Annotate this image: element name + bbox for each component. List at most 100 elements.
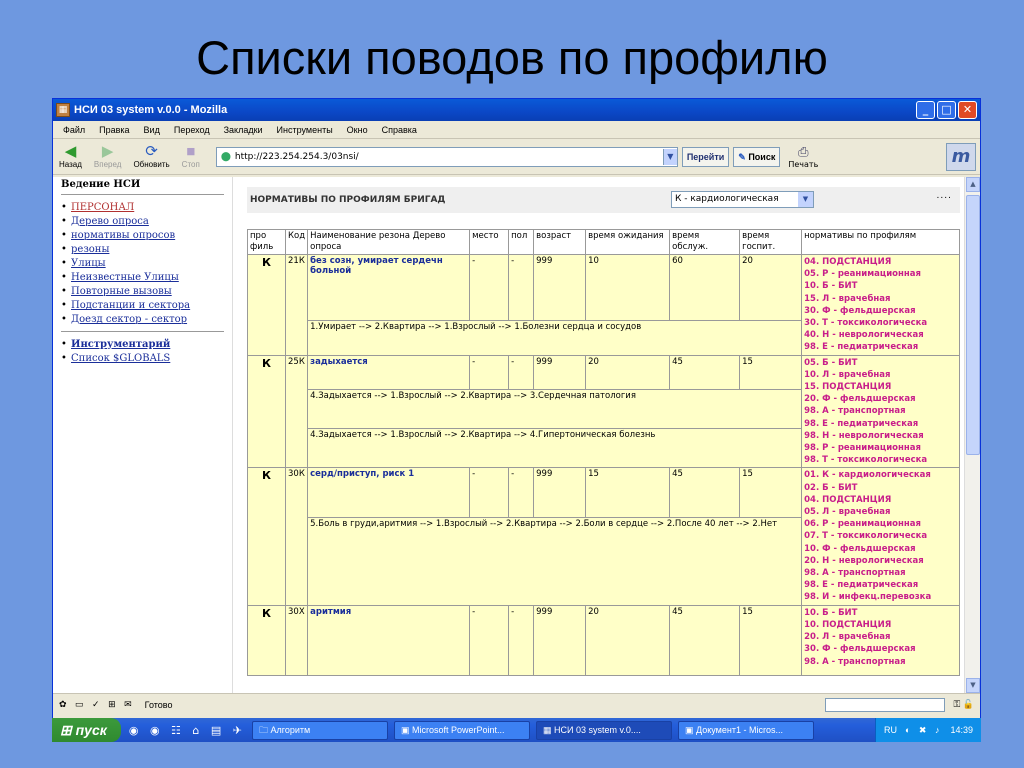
progress-bar (825, 697, 946, 712)
folder-icon: 🗀 (259, 724, 269, 735)
norm-item: 40. Н - неврологическая (804, 330, 924, 341)
search-button[interactable]: ✎ Поиск (733, 146, 781, 167)
norm-item: 05. Р - реанимационная (804, 269, 921, 280)
refresh-button[interactable]: ⟳ Обновить (133, 144, 169, 170)
sidebar-item-tools[interactable]: Инструментарий (61, 338, 224, 352)
sidebar-item-substations[interactable]: Подстанции и сектора (61, 299, 224, 313)
hosp-cell: 15 (739, 604, 803, 676)
sidebar-item-globals[interactable]: Список $GLOBALS (61, 352, 224, 366)
menu-view[interactable]: Вид (144, 125, 160, 135)
norm-item: 98. Н - неврологическая (804, 430, 924, 441)
norm-item: 98. Е - педиатрическая (804, 342, 919, 353)
windows-logo-icon: ⊞ (60, 722, 72, 738)
chevron-down-icon: ▼ (798, 192, 813, 207)
col-hosp: время госпит. (739, 229, 803, 255)
main-panel: НОРМАТИВЫ ПО ПРОФИЛЯМ БРИГАД К - кардиол… (237, 177, 964, 693)
col-wait: время ожидания (585, 229, 671, 255)
status-bar: ✿ ▭ ✓ ⊞ ✉ Готово ⚿ 🔓 (53, 693, 980, 715)
taskbar-item-nsi[interactable]: ▦ НСИ 03 system v.0.... (536, 720, 672, 740)
vertical-scrollbar[interactable]: ▲ ▼ (964, 177, 980, 693)
table-row: К 21К без созн, умирает сердечн больной … (247, 254, 960, 356)
norms-cell: 05. Б - БИТ 10. Л - врачебная 15. ПОДСТА… (801, 354, 960, 469)
profile-cell: К (247, 354, 286, 469)
norm-item: 01. К - кардиологическая (804, 470, 931, 481)
print-icon: ⎙ (798, 144, 809, 160)
table-row: К 30Х аритмия - - 999 20 45 15 10. Б - Б… (247, 604, 960, 676)
forward-button[interactable]: ▶ Вперед (94, 144, 122, 170)
norm-item: 20. Н - неврологическая (804, 555, 924, 566)
sidebar-item-survey-norms[interactable]: нормативы опросов (61, 229, 224, 243)
scroll-up-icon[interactable]: ▲ (966, 177, 980, 192)
close-button[interactable]: ✕ (958, 101, 977, 119)
stop-button[interactable]: ■ Стоп (182, 144, 200, 170)
menu-file[interactable]: Файл (63, 125, 85, 135)
norm-item: 15. Л - врачебная (804, 293, 891, 304)
title-bar: ▦ НСИ 03 system v.0.0 - Mozilla _ □ ✕ (53, 99, 980, 121)
scroll-down-icon[interactable]: ▼ (966, 678, 980, 693)
more-dots[interactable]: .... (937, 191, 952, 201)
tree-path: 5.Боль в груди,аритмия --> 1.Взрослый --… (307, 516, 803, 606)
search-icon: ✎ (738, 151, 746, 162)
reason-link[interactable]: без созн, умирает сердечн больной (307, 254, 471, 321)
print-button[interactable]: ⎙ Печать (788, 145, 818, 169)
go-button[interactable]: Перейти (681, 146, 730, 167)
profile-select[interactable]: К - кардиологическая ▼ (671, 191, 814, 208)
taskbar-item-powerpoint[interactable]: ▣ Microsoft PowerPoint... (394, 720, 530, 740)
profile-cell: К (247, 604, 286, 676)
page-content: Ведение НСИ ПЕРСОНАЛ Дерево опроса норма… (53, 177, 964, 693)
mozilla-logo: m (946, 142, 976, 171)
sidebar-item-repeat-calls[interactable]: Повторные вызовы (61, 285, 224, 299)
sidebar-item-sector-travel[interactable]: Доезд сектор - сектор (61, 313, 224, 327)
sidebar-item-reasons[interactable]: резоны (61, 243, 224, 257)
address-input[interactable]: http://223.254.254.3/03nsi/ (235, 152, 359, 162)
taskbar-item-word[interactable]: ▣ Документ1 - Micros... (678, 720, 814, 740)
chevron-down-icon[interactable]: ▼ (662, 148, 677, 165)
norm-item: 04. ПОДСТАНЦИЯ (804, 494, 892, 505)
hosp-cell: 15 (739, 467, 803, 518)
maximize-button[interactable]: □ (937, 101, 956, 119)
browser-window: ▦ НСИ 03 system v.0.0 - Mozilla _ □ ✕ Фа… (52, 98, 981, 741)
menu-window[interactable]: Окно (347, 125, 368, 135)
sidebar-item-unknown-streets[interactable]: Неизвестные Улицы (61, 271, 224, 285)
norm-item: 98. А - транспортная (804, 406, 906, 417)
reason-link[interactable]: серд/приступ, риск 1 (307, 467, 471, 518)
norm-item: 20. Ф - фельдшерская (804, 394, 916, 405)
language-indicator[interactable]: RU (884, 725, 897, 735)
divider (61, 194, 224, 195)
col-profile: про филь (247, 229, 286, 255)
taskbar-item-algorithm[interactable]: 🗀 Алгоритм (252, 720, 388, 740)
minimize-button[interactable]: _ (916, 101, 935, 119)
sidebar-item-streets[interactable]: Улицы (61, 257, 224, 271)
app-icon: ▦ (543, 724, 552, 735)
menu-tools[interactable]: Инструменты (277, 125, 333, 135)
menu-edit[interactable]: Правка (99, 125, 129, 135)
menu-help[interactable]: Справка (382, 125, 417, 135)
norm-item: 30. Ф - фельдшерская (804, 644, 916, 655)
norm-item: 10. ПОДСТАНЦИЯ (804, 619, 892, 630)
scroll-thumb[interactable] (966, 195, 980, 455)
norm-item: 05. Б - БИТ (804, 357, 858, 368)
tray-icons[interactable]: ◐ ✖ ♪ (905, 725, 942, 736)
address-bar[interactable]: ⬤ http://223.254.254.3/03nsi/ ▼ (215, 146, 678, 167)
sidebar-heading: Ведение НСИ (61, 179, 141, 190)
page-title: НОРМАТИВЫ ПО ПРОФИЛЯМ БРИГАД (250, 195, 446, 205)
start-button[interactable]: ⊞ пуск (52, 718, 121, 742)
norm-item: 98. Т - токсикологическа (804, 455, 928, 466)
sidebar: Ведение НСИ ПЕРСОНАЛ Дерево опроса норма… (53, 177, 233, 693)
sidebar-item-personnel[interactable]: ПЕРСОНАЛ (61, 201, 224, 215)
quick-launch[interactable]: ◉ ◉ ☷ ⌂ ▤ ✈ (129, 724, 246, 737)
norms-table: про филь Код Наименование резона Дерево … (247, 229, 960, 676)
menu-bookmarks[interactable]: Закладки (224, 125, 263, 135)
col-reason: Наименование резона Дерево опроса (307, 229, 471, 255)
norm-item: 05. Л - врачебная (804, 507, 891, 518)
norm-item: 06. Р - реанимационная (804, 519, 921, 530)
security-icon: ⚿ 🔓 (953, 699, 974, 709)
sidebar-item-survey-tree[interactable]: Дерево опроса (61, 215, 224, 229)
back-button[interactable]: ◀ Назад (59, 144, 82, 170)
reason-link[interactable]: задыхается (307, 354, 471, 391)
place-cell: - (469, 604, 510, 676)
window-title: НСИ 03 system v.0.0 - Mozilla (74, 104, 228, 116)
wait-cell: 15 (585, 467, 671, 518)
menu-go[interactable]: Переход (174, 125, 210, 135)
reason-link[interactable]: аритмия (307, 604, 471, 676)
